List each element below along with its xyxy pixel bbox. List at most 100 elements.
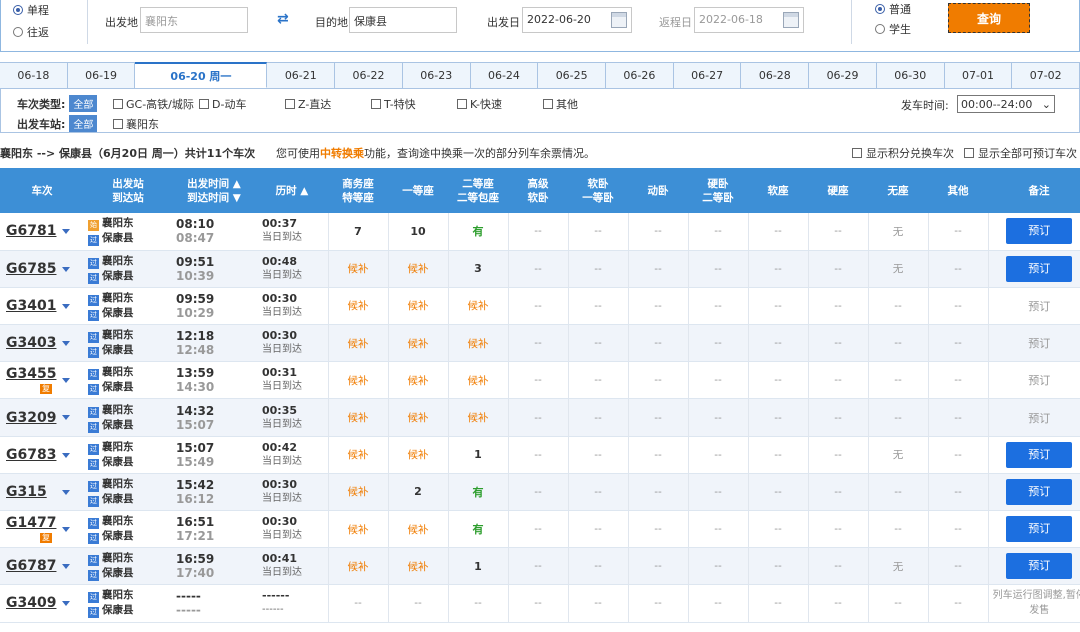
chevron-down-icon[interactable] <box>62 489 70 495</box>
train-number-link[interactable]: G6785 <box>6 261 56 277</box>
calendar-icon[interactable] <box>783 12 799 28</box>
date-tab[interactable]: 06-24 <box>471 63 539 88</box>
chevron-down-icon[interactable] <box>62 601 70 607</box>
seat-cell[interactable]: 候补 <box>387 250 448 288</box>
seat-cell[interactable]: 候补 <box>447 398 508 437</box>
chevron-down-icon[interactable] <box>62 229 70 234</box>
seat-cell[interactable]: 候补 <box>387 398 448 437</box>
seat-cell[interactable]: 候补 <box>327 398 388 437</box>
trip-type-roundtrip[interactable]: 往返 <box>13 24 49 40</box>
seat-cell[interactable]: 候补 <box>327 436 388 474</box>
train-number-link[interactable]: G6781 <box>6 223 56 239</box>
seat-cell[interactable]: 7 <box>327 213 388 251</box>
date-tab[interactable]: 06-18 <box>0 63 68 88</box>
seat-cell[interactable]: 候补 <box>327 324 388 363</box>
filter-d[interactable]: D-动车 <box>199 96 246 112</box>
station-all-button[interactable]: 全部 <box>69 115 98 132</box>
book-button[interactable]: 预订 <box>1006 516 1073 543</box>
trip-type-oneway[interactable]: 单程 <box>13 2 49 18</box>
date-tab[interactable]: 06-26 <box>606 63 674 88</box>
train-number-link[interactable]: G1477 <box>6 515 56 531</box>
depart-time-select[interactable]: 00:00--24:00 ⌄ <box>957 95 1055 113</box>
train-number-link[interactable]: G3403 <box>6 335 56 351</box>
date-tab[interactable]: 06-19 <box>68 63 136 88</box>
train-number-link[interactable]: G3401 <box>6 298 56 314</box>
seat-cell[interactable]: 候补 <box>447 324 508 363</box>
chevron-down-icon[interactable] <box>62 452 70 458</box>
header-duration[interactable]: 历时 ▲ <box>256 168 328 213</box>
seat-cell[interactable]: 候补 <box>327 361 388 400</box>
seat-cell[interactable]: 候补 <box>387 510 448 549</box>
seat-cell[interactable]: 候补 <box>447 287 508 326</box>
transfer-link[interactable]: 中转换乘 <box>320 147 364 160</box>
show-points-trains[interactable]: 显示积分兑换车次 <box>852 145 954 161</box>
seat-cell[interactable]: 1 <box>447 547 508 586</box>
seat-cell[interactable]: 候补 <box>387 436 448 474</box>
seat-cell[interactable]: 候补 <box>447 361 508 400</box>
train-number-link[interactable]: G6783 <box>6 447 56 463</box>
filter-z[interactable]: Z-直达 <box>285 96 331 112</box>
train-number-link[interactable]: G315 <box>6 484 47 500</box>
return-date-input[interactable]: 2022-06-18 <box>694 7 804 33</box>
header-times[interactable]: 出发时间 ▲ 到达时间 ▼ <box>172 168 256 213</box>
seat-cell[interactable]: 2 <box>387 473 448 512</box>
seat-cell[interactable]: 3 <box>447 250 508 288</box>
chevron-down-icon[interactable] <box>62 303 70 309</box>
book-button[interactable]: 预订 <box>1006 441 1073 468</box>
query-button[interactable]: 查询 <box>948 3 1030 33</box>
train-type-all-button[interactable]: 全部 <box>69 95 98 112</box>
to-input[interactable]: 保康县 <box>349 7 457 33</box>
seat-cell[interactable]: 有 <box>447 213 508 251</box>
depart-date-input[interactable]: 2022-06-20 <box>522 7 632 33</box>
date-tab[interactable]: 06-27 <box>674 63 742 88</box>
chevron-down-icon[interactable] <box>62 378 70 384</box>
book-button[interactable]: 预订 <box>1006 478 1073 505</box>
date-tab[interactable]: 07-01 <box>945 63 1013 88</box>
train-number-link[interactable]: G6787 <box>6 558 56 574</box>
seat-cell[interactable]: 候补 <box>327 473 388 512</box>
date-tab[interactable]: 06-23 <box>403 63 471 88</box>
seat-cell[interactable]: 候补 <box>327 510 388 549</box>
train-number-link[interactable]: G3455 <box>6 366 56 382</box>
chevron-down-icon[interactable] <box>62 415 70 421</box>
show-bookable-trains[interactable]: 显示全部可预订车次 <box>964 145 1077 161</box>
seat-cell[interactable]: 候补 <box>327 250 388 288</box>
from-input[interactable]: 襄阳东 <box>140 7 248 33</box>
date-tab[interactable]: 07-02 <box>1012 63 1080 88</box>
ticket-type-student[interactable]: 学生 <box>875 21 911 37</box>
seat-cell[interactable]: 有 <box>447 473 508 512</box>
date-tab[interactable]: 06-28 <box>741 63 810 88</box>
filter-station-xiangyangdong[interactable]: 襄阳东 <box>113 116 159 132</box>
seat-cell[interactable]: 10 <box>387 213 448 251</box>
seat-cell[interactable]: 候补 <box>387 324 448 363</box>
chevron-down-icon[interactable] <box>62 527 70 532</box>
book-button[interactable]: 预订 <box>1006 553 1073 580</box>
filter-other[interactable]: 其他 <box>543 96 578 112</box>
seat-cell[interactable]: 1 <box>447 436 508 474</box>
swap-icon[interactable]: ⇄ <box>277 11 289 27</box>
chevron-down-icon[interactable] <box>62 564 70 570</box>
book-button[interactable]: 预订 <box>1006 218 1073 245</box>
date-tab[interactable]: 06-21 <box>267 63 336 88</box>
seat-cell[interactable]: 候补 <box>327 287 388 326</box>
date-tab[interactable]: 06-30 <box>877 63 945 88</box>
train-number-link[interactable]: G3409 <box>6 595 56 611</box>
ticket-type-normal[interactable]: 普通 <box>875 1 911 17</box>
date-tab[interactable]: 06-25 <box>538 63 607 88</box>
date-tab[interactable]: 06-20 周一 <box>135 62 268 88</box>
filter-k[interactable]: K-快速 <box>457 96 502 112</box>
calendar-icon[interactable] <box>611 12 627 28</box>
book-button[interactable]: 预订 <box>1006 255 1073 282</box>
seat-cell[interactable]: 有 <box>447 510 508 549</box>
seat-cell[interactable]: 候补 <box>387 361 448 400</box>
filter-gc[interactable]: GC-高铁/城际 <box>113 96 194 112</box>
train-number-link[interactable]: G3209 <box>6 410 56 426</box>
seat-cell[interactable]: 候补 <box>387 287 448 326</box>
date-tab[interactable]: 06-29 <box>809 63 877 88</box>
chevron-down-icon[interactable] <box>62 266 70 272</box>
chevron-down-icon[interactable] <box>62 341 70 347</box>
seat-cell[interactable]: 候补 <box>387 547 448 586</box>
date-tab[interactable]: 06-22 <box>335 63 403 88</box>
seat-cell[interactable]: 候补 <box>327 547 388 586</box>
filter-t[interactable]: T-特快 <box>371 96 416 112</box>
